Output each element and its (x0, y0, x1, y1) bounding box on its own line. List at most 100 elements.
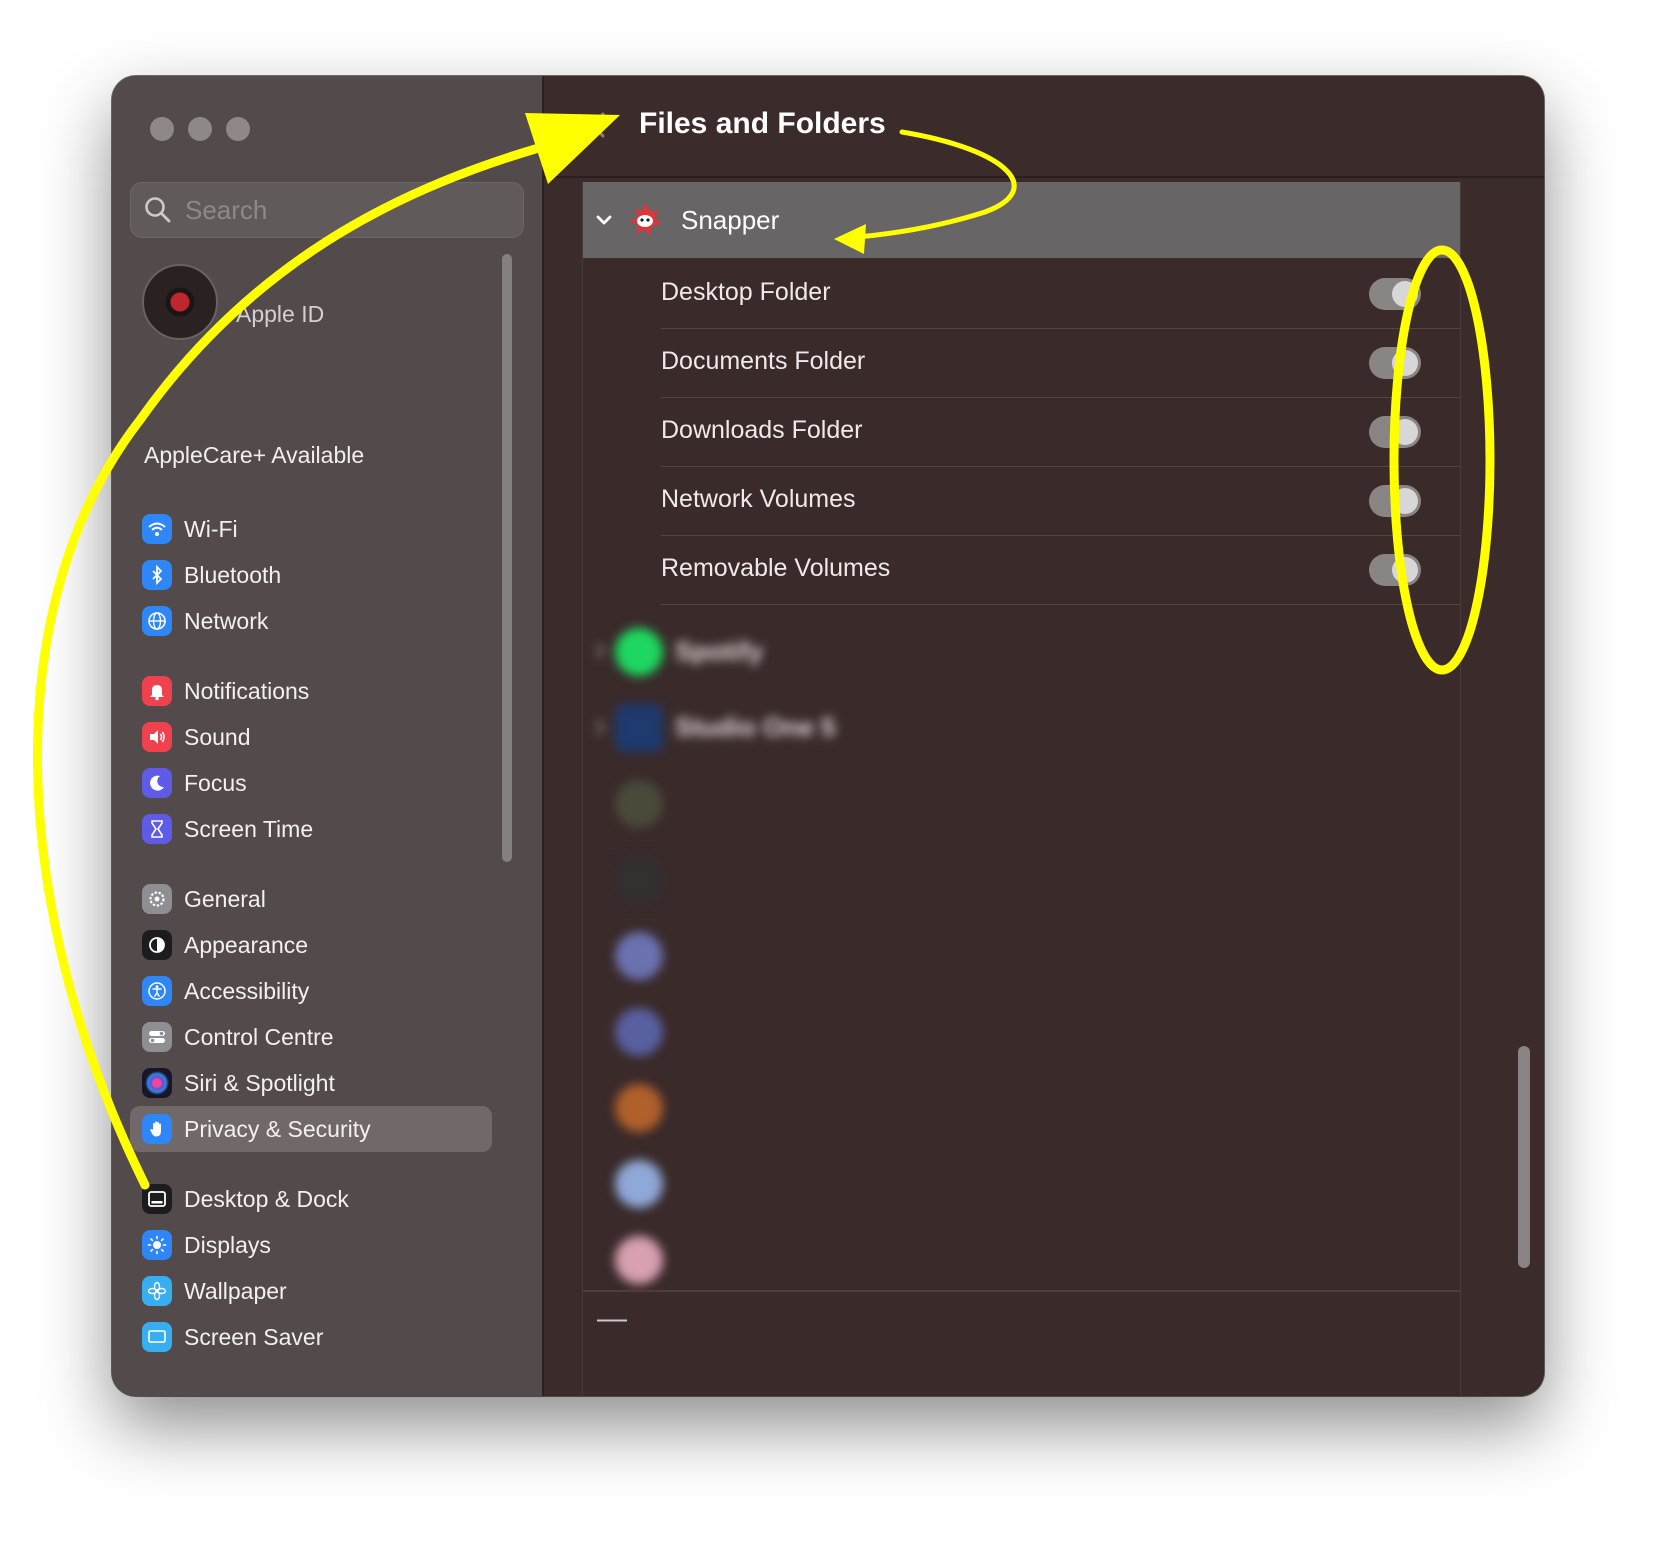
globe-icon (142, 606, 172, 636)
list-footer: — (583, 1290, 1460, 1396)
main-pane: Files and Folders Snapper Desktop Folder (544, 76, 1544, 1396)
speaker-icon (142, 722, 172, 752)
sidebar-item-appearance[interactable]: Appearance (130, 922, 492, 968)
sidebar-item-accessibility[interactable]: Accessibility (130, 968, 492, 1014)
desktop-folder-toggle[interactable] (1369, 278, 1421, 310)
sidebar-item-general[interactable]: General (130, 876, 492, 922)
sidebar-item-control-centre[interactable]: Control Centre (130, 1014, 492, 1060)
remove-button[interactable]: — (597, 1304, 627, 1334)
sun-icon (142, 1230, 172, 1260)
permission-label: Removable Volumes (661, 554, 891, 582)
app-row-snapper[interactable]: Snapper (583, 182, 1460, 258)
sidebar-item-label: Control Centre (184, 1023, 334, 1050)
documents-folder-toggle[interactable] (1369, 347, 1421, 379)
snapper-app-icon (630, 203, 661, 236)
sidebar-item-notifications[interactable]: Notifications (130, 668, 492, 714)
permission-label: Network Volumes (661, 485, 856, 513)
sidebar: Apple ID AppleCare+ Available Wi-Fi Blue… (112, 76, 544, 1396)
sidebar-item-label: Siri & Spotlight (184, 1069, 335, 1096)
sidebar-item-label: Screen Saver (184, 1323, 324, 1350)
sidebar-item-screen-time[interactable]: Screen Time (130, 806, 492, 852)
sidebar-item-siri-spotlight[interactable]: Siri & Spotlight (130, 1060, 492, 1106)
app-row-blurred[interactable] (583, 1070, 1460, 1146)
sidebar-item-screen-saver[interactable]: Screen Saver (130, 1314, 492, 1360)
sidebar-item-privacy-security[interactable]: Privacy & Security (130, 1106, 492, 1152)
studio-one-icon (615, 704, 663, 752)
chevron-right-icon[interactable] (595, 642, 605, 660)
app-row-spotify[interactable]: Spotify (583, 614, 1460, 690)
appearance-icon (142, 930, 172, 960)
app-icon (615, 1008, 663, 1056)
sidebar-item-network[interactable]: Network (130, 598, 492, 644)
chevron-down-icon[interactable] (593, 209, 615, 231)
apple-id-label[interactable]: Apple ID (236, 301, 324, 328)
sidebar-item-label: Desktop & Dock (184, 1185, 349, 1212)
zoom-window-button[interactable] (226, 117, 250, 141)
chevron-right-icon[interactable] (595, 718, 605, 736)
permission-row-network-volumes: Network Volumes (661, 467, 1460, 536)
app-row-blurred[interactable] (583, 766, 1460, 842)
applecare-label[interactable]: AppleCare+ Available (144, 442, 364, 469)
sidebar-item-desktop-dock[interactable]: Desktop & Dock (130, 1176, 492, 1222)
removable-volumes-toggle[interactable] (1369, 554, 1421, 586)
network-volumes-toggle[interactable] (1369, 485, 1421, 517)
sidebar-item-displays[interactable]: Displays (130, 1222, 492, 1268)
sidebar-item-label: Screen Time (184, 815, 314, 842)
app-row-blurred[interactable] (583, 1222, 1460, 1298)
search-icon (145, 197, 171, 223)
toolbar: Files and Folders (544, 76, 1544, 178)
app-row-blurred[interactable] (583, 994, 1460, 1070)
sidebar-item-label: Appearance (184, 931, 309, 958)
app-row-blurred[interactable] (583, 842, 1460, 918)
sidebar-item-wifi[interactable]: Wi-Fi (130, 506, 492, 552)
sidebar-item-label: Sound (184, 723, 251, 750)
app-name: Studio One 5 (675, 712, 836, 742)
spotify-icon (615, 628, 663, 676)
accessibility-icon (142, 976, 172, 1006)
sidebar-item-label: Wi-Fi (184, 515, 238, 542)
sidebar-item-label: Focus (184, 769, 247, 796)
app-icon (615, 856, 663, 904)
app-row-blurred[interactable] (583, 1146, 1460, 1222)
app-row-blurred[interactable] (583, 918, 1460, 994)
app-name: Snapper (681, 204, 780, 235)
bell-icon (142, 676, 172, 706)
wifi-icon (142, 514, 172, 544)
sidebar-scrollbar[interactable] (502, 254, 512, 862)
sidebar-item-label: Network (184, 607, 269, 634)
app-name: Spotify (675, 636, 764, 666)
sidebar-item-wallpaper[interactable]: Wallpaper (130, 1268, 492, 1314)
sidebar-item-label: Wallpaper (184, 1277, 287, 1304)
screensaver-icon (142, 1322, 172, 1352)
permission-row-desktop-folder: Desktop Folder (661, 260, 1460, 329)
moon-icon (142, 768, 172, 798)
minimize-window-button[interactable] (188, 117, 212, 141)
permission-row-downloads-folder: Downloads Folder (661, 398, 1460, 467)
app-icon (615, 780, 663, 828)
sidebar-item-label: Notifications (184, 677, 310, 704)
sidebar-item-label: Displays (184, 1231, 271, 1258)
sidebar-item-focus[interactable]: Focus (130, 760, 492, 806)
close-window-button[interactable] (150, 117, 174, 141)
app-icon (615, 1160, 663, 1208)
downloads-folder-toggle[interactable] (1369, 416, 1421, 448)
app-row-studio-one[interactable]: Studio One 5 (583, 690, 1460, 766)
hourglass-icon (142, 814, 172, 844)
system-settings-window: Apple ID AppleCare+ Available Wi-Fi Blue… (112, 76, 1544, 1396)
sidebar-item-bluetooth[interactable]: Bluetooth (130, 552, 492, 598)
sidebar-item-label: Privacy & Security (184, 1115, 371, 1142)
hand-icon (142, 1114, 172, 1144)
permission-row-removable-volumes: Removable Volumes (661, 536, 1460, 605)
search-field[interactable] (130, 182, 524, 238)
permission-label: Documents Folder (661, 347, 866, 375)
back-chevron-icon[interactable] (588, 110, 608, 140)
page-title: Files and Folders (639, 107, 886, 140)
app-icon (615, 1236, 663, 1284)
sidebar-item-sound[interactable]: Sound (130, 714, 492, 760)
flower-icon (142, 1276, 172, 1306)
app-permissions-list: Snapper Desktop Folder Documents Folder … (582, 182, 1461, 1396)
main-scrollbar[interactable] (1518, 1046, 1530, 1268)
avatar[interactable] (142, 264, 218, 340)
search-input[interactable] (183, 189, 507, 231)
permission-row-documents-folder: Documents Folder (661, 329, 1460, 398)
